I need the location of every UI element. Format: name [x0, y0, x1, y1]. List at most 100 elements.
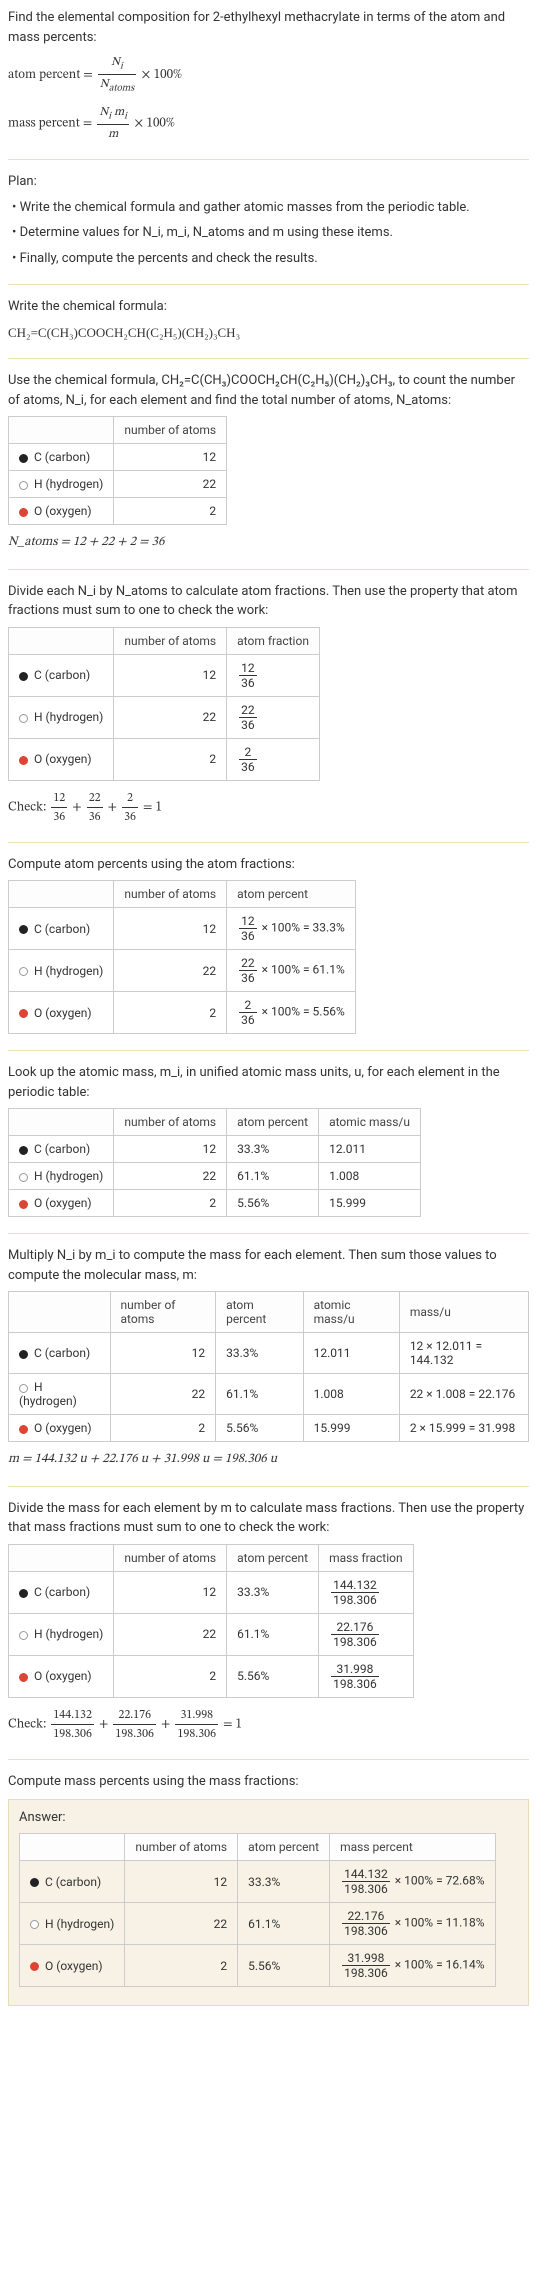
atom-percent-formula: atom percent = Ni Natoms × 100%	[8, 53, 529, 97]
table-row: H (hydrogen) 22 2236	[9, 696, 320, 738]
element-cell: O (oxygen)	[9, 738, 114, 780]
divider	[8, 358, 529, 359]
frac-den: 36	[239, 1013, 257, 1027]
massfrac-check: Check: 144.132198.306 + 22.176198.306 + …	[8, 1706, 529, 1743]
atom-pct-intro: Compute atom percents using the atom fra…	[8, 855, 529, 875]
oxygen-dot-icon	[19, 1425, 28, 1434]
plan-bullet: • Finally, compute the percents and chec…	[12, 249, 529, 269]
frac-den: 198.306	[342, 1882, 390, 1896]
count-cell: 22	[114, 950, 227, 992]
frac-cell: 22.176198.306	[319, 1613, 414, 1655]
empty-header	[20, 1834, 125, 1861]
calc-cell: 2 × 15.999 = 31.998	[399, 1415, 528, 1442]
count-cell: 22	[114, 696, 227, 738]
element-cell: C (carbon)	[9, 1333, 111, 1374]
element-cell: H (hydrogen)	[9, 696, 114, 738]
hydrogen-dot-icon	[19, 1631, 28, 1640]
check-label: Check:	[8, 801, 49, 814]
element-cell: O (oxygen)	[9, 1190, 114, 1217]
masses-table: number of atoms atom percent atomic mass…	[8, 1108, 421, 1217]
frac-den: 36	[51, 808, 67, 826]
pct-cell: 33.3%	[238, 1861, 330, 1903]
atom-pct-table: number of atoms atom percent C (carbon) …	[8, 880, 356, 1034]
frac-den: 36	[239, 971, 257, 985]
frac-num: 22	[239, 956, 257, 971]
count-atoms-intro: Use the chemical formula, CH₂=C(CH₃)COOC…	[8, 371, 529, 410]
oxygen-dot-icon	[19, 1200, 28, 1209]
frac-den: 36	[239, 676, 257, 690]
frac-num: 22.176	[342, 1909, 390, 1924]
table-row: O (oxygen) 2 236 × 100% = 5.56%	[9, 992, 356, 1034]
pct-cell: 2236 × 100% = 61.1%	[227, 950, 356, 992]
element-name: C (carbon)	[34, 1585, 90, 1599]
count-cell: 12	[114, 444, 227, 471]
final-intro: Compute mass percents using the mass fra…	[8, 1772, 529, 1792]
hydrogen-dot-icon	[19, 1173, 28, 1182]
frac-num: Ni mi	[97, 103, 129, 125]
pct-header: atom percent	[238, 1834, 330, 1861]
atoms-sum: N_atoms = 12 + 22 + 2 = 36	[8, 533, 529, 553]
count-cell: 22	[125, 1903, 238, 1945]
divider	[8, 842, 529, 843]
element-name: O (oxygen)	[34, 1669, 92, 1683]
hydrogen-dot-icon	[19, 714, 28, 723]
massu-section: Multiply N_i by m_i to compute the mass …	[8, 1246, 529, 1470]
table-header-row: number of atoms atom percent mass percen…	[20, 1834, 496, 1861]
frac-num: Ni	[98, 53, 136, 75]
mpct-text: × 100% = 11.18%	[392, 1916, 485, 1930]
atoms-header: number of atoms	[125, 1834, 238, 1861]
count-cell: 22	[114, 471, 227, 498]
divider	[8, 1759, 529, 1760]
count-cell: 2	[114, 498, 227, 525]
mpct-cell: 144.132198.306 × 100% = 72.68%	[330, 1861, 496, 1903]
oxygen-dot-icon	[19, 1009, 28, 1018]
frac-den: 198.306	[51, 1725, 94, 1743]
oxygen-dot-icon	[19, 756, 28, 765]
check-end: = 1	[143, 801, 162, 814]
pct-cell: 61.1%	[216, 1374, 304, 1415]
carbon-dot-icon	[30, 1878, 39, 1887]
pct-text: × 100% = 33.3%	[259, 921, 345, 935]
element-name: O (oxygen)	[34, 1196, 92, 1210]
element-cell: O (oxygen)	[20, 1945, 125, 1987]
element-cell: O (oxygen)	[9, 1415, 111, 1442]
pct-header: atom percent	[227, 1109, 319, 1136]
frac-den: 36	[239, 760, 257, 774]
pct-header: atom percent	[227, 881, 356, 908]
table-row: O (oxygen) 2 5.56% 15.999	[9, 1190, 421, 1217]
frac-header: mass fraction	[319, 1544, 414, 1571]
calc-cell: 22 × 1.008 = 22.176	[399, 1374, 528, 1415]
atoms-header: number of atoms	[114, 627, 227, 654]
frac-num: 144.132	[51, 1706, 94, 1725]
pct-cell: 1236 × 100% = 33.3%	[227, 908, 356, 950]
atoms-header: number of atoms	[110, 1292, 216, 1333]
count-cell: 12	[125, 1861, 238, 1903]
divider	[8, 284, 529, 285]
element-cell: O (oxygen)	[9, 498, 114, 525]
frac-num: 31.998	[331, 1662, 379, 1677]
element-cell: H (hydrogen)	[9, 1374, 111, 1415]
atom-frac-check: Check: 1236 + 2236 + 236 = 1	[8, 789, 529, 826]
element-name: C (carbon)	[34, 450, 90, 464]
table-row: C (carbon) 12 33.3% 144.132198.306 × 100…	[20, 1861, 496, 1903]
chem-formula-section: Write the chemical formula: CH₂=C(CH₃)CO…	[8, 297, 529, 342]
element-name: O (oxygen)	[34, 752, 92, 766]
frac-cell: 2236	[227, 696, 320, 738]
pct-cell: 5.56%	[227, 1655, 319, 1697]
final-table: number of atoms atom percent mass percen…	[19, 1833, 496, 1987]
massu-table: number of atoms atom percent atomic mass…	[8, 1291, 529, 1442]
element-cell: C (carbon)	[9, 908, 114, 950]
element-name: O (oxygen)	[34, 504, 92, 518]
element-name: O (oxygen)	[45, 1959, 103, 1973]
frac-cell: 31.998198.306	[319, 1655, 414, 1697]
massfrac-table: number of atoms atom percent mass fracti…	[8, 1544, 414, 1698]
massfrac-intro: Divide the mass for each element by m to…	[8, 1499, 529, 1538]
hydrogen-dot-icon	[19, 481, 28, 490]
table-row: H (hydrogen) 22	[9, 471, 227, 498]
pct-cell: 5.56%	[216, 1415, 304, 1442]
element-cell: H (hydrogen)	[9, 1613, 114, 1655]
element-cell: H (hydrogen)	[9, 1163, 114, 1190]
final-section: Compute mass percents using the mass fra…	[8, 1772, 529, 2007]
massu-header: mass/u	[399, 1292, 528, 1333]
check-label: Check:	[8, 1718, 49, 1731]
